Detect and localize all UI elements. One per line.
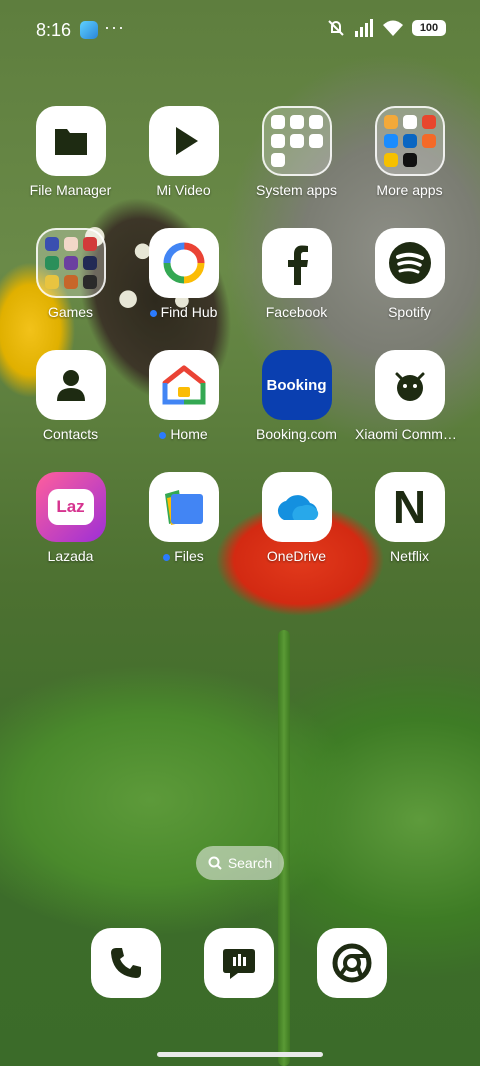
home-search-button[interactable]: Search [196,846,284,880]
folder-more-apps-icon [374,106,445,176]
app-label: Files [127,548,240,564]
folder-system-apps-icon [261,106,332,176]
search-icon [208,856,222,870]
new-app-dot [149,309,157,317]
app-label: Contacts [42,426,99,442]
app-label: Spotify [388,304,431,320]
dock-messages[interactable] [204,928,274,998]
facebook-icon [261,228,332,298]
app-label: Games [47,304,94,320]
phone-icon [111,948,141,978]
app-label: Xiaomi Commu… [355,426,465,442]
search-label: Search [227,855,273,871]
xiaomi-community-icon [374,350,445,420]
app-label: System apps [256,182,337,198]
spotify-icon [374,228,445,298]
app-label: Find Hub [127,304,240,320]
google-home-icon [148,350,219,420]
netflix-icon: N [374,472,445,542]
lazada-icon: Laz [35,472,106,542]
app-lazada[interactable]: Laz Lazada [14,472,127,564]
app-spotify[interactable]: Spotify [353,228,466,320]
app-onedrive[interactable]: OneDrive [240,472,353,564]
status-indicators: 100 [326,18,446,38]
app-files[interactable]: Files [127,472,240,564]
folder-games-icon [35,228,106,298]
folder-icon [35,106,106,176]
folder-more-apps[interactable]: More apps [353,106,466,198]
find-hub-icon [148,228,219,298]
folder-games[interactable]: Games [14,228,127,320]
app-label: Booking.com [256,426,337,442]
app-label: Mi Video [156,182,211,198]
app-label: OneDrive [266,548,327,564]
status-time: 8:16 [36,20,72,40]
app-facebook[interactable]: Facebook [240,228,353,320]
app-netflix[interactable]: N Netflix [353,472,466,564]
app-label: Netflix [390,548,429,564]
battery-level: 100 [412,20,446,36]
messages-icon [223,949,255,979]
onedrive-icon [261,472,332,542]
new-app-dot [163,553,171,561]
app-google-home[interactable]: Home [127,350,240,442]
wallpaper-flower-stem [278,630,290,1066]
status-bar: 8:16 ··· 100 [0,0,480,60]
app-booking[interactable]: Booking Booking.com [240,350,353,442]
status-app-notification-icon [80,21,98,39]
folder-system-apps[interactable]: System apps [240,106,353,198]
app-xiaomi-community[interactable]: Xiaomi Commu… [353,350,466,442]
google-files-icon [148,472,219,542]
contact-icon [35,350,106,420]
status-more-icon: ··· [104,17,125,37]
dock-chrome[interactable] [317,928,387,998]
app-find-hub[interactable]: Find Hub [127,228,240,320]
app-contacts[interactable]: Contacts [14,350,127,442]
signal-icon [355,19,373,37]
booking-icon: Booking [261,350,332,420]
app-label: Lazada [47,548,94,564]
wifi-icon [383,20,403,36]
app-file-manager[interactable]: File Manager [14,106,127,198]
app-mi-video[interactable]: Mi Video [127,106,240,198]
dock-phone[interactable] [91,928,161,998]
play-icon [148,106,219,176]
app-label: More apps [376,182,443,198]
app-label: Facebook [265,304,328,320]
app-label: Home [127,426,240,442]
chrome-icon [332,943,372,983]
home-gesture-bar[interactable] [157,1052,323,1057]
new-app-dot [159,431,167,439]
app-label: File Manager [29,182,112,198]
mute-vibrate-icon [328,20,344,36]
